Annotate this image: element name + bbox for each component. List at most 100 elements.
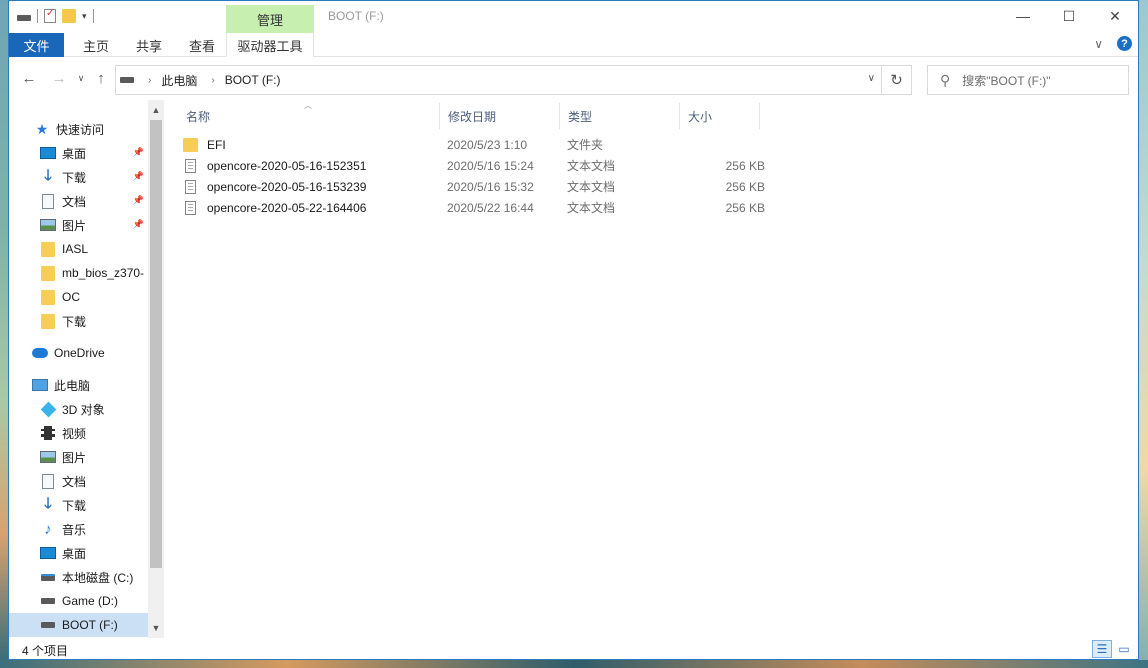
pin-icon[interactable]: 📌 bbox=[133, 171, 144, 182]
file-name: opencore-2020-05-16-152351 bbox=[207, 158, 367, 173]
back-button[interactable]: ← bbox=[19, 68, 39, 88]
up-button[interactable]: ↑ bbox=[92, 68, 110, 88]
large-icons-view-button[interactable]: ▭ bbox=[1114, 640, 1134, 658]
folder-icon bbox=[182, 137, 198, 153]
recent-locations-button[interactable]: ∨ bbox=[75, 68, 87, 88]
breadcrumb-separator-icon[interactable]: › bbox=[211, 75, 214, 86]
maximize-button[interactable]: ☐ bbox=[1046, 1, 1092, 31]
pin-icon[interactable]: 📌 bbox=[133, 219, 144, 230]
folder-icon bbox=[40, 289, 56, 305]
cell-name: opencore-2020-05-16-152351 bbox=[182, 158, 447, 174]
sidebar-item-pc-desktop[interactable]: 桌面 bbox=[9, 541, 148, 565]
sidebar-item-label: 视频 bbox=[62, 426, 87, 441]
view-switcher: ☰ ▭ bbox=[1092, 640, 1134, 658]
close-button[interactable]: ✕ bbox=[1092, 1, 1138, 31]
explorer-window: ▾ 管理 BOOT (F:) — ☐ ✕ 文件 主页 共享 查看 驱动器工具 ∨… bbox=[8, 0, 1139, 660]
sidebar-item-pc-documents[interactable]: 文档 bbox=[9, 469, 148, 493]
sidebar-item-onedrive[interactable]: OneDrive bbox=[9, 341, 148, 365]
cell-name: opencore-2020-05-22-164406 bbox=[182, 200, 447, 216]
picture-icon bbox=[40, 217, 56, 233]
tab-file[interactable]: 文件 bbox=[9, 33, 64, 57]
manage-context-tab[interactable]: 管理 bbox=[226, 5, 314, 33]
sidebar-item-oc[interactable]: OC bbox=[9, 285, 148, 309]
folder-icon bbox=[40, 241, 56, 257]
minimize-button[interactable]: — bbox=[1000, 1, 1046, 31]
properties-icon[interactable] bbox=[44, 8, 56, 23]
window-title: BOOT (F:) bbox=[328, 9, 384, 23]
download-icon: 🡓 bbox=[44, 166, 52, 184]
drive-icon bbox=[120, 77, 134, 83]
refresh-button[interactable]: ↻ bbox=[882, 65, 912, 95]
sidebar-item-desktop[interactable]: 桌面 📌 bbox=[9, 141, 148, 165]
sidebar-item-this-pc[interactable]: 此电脑 bbox=[9, 373, 148, 397]
download-icon: 🡓 bbox=[44, 494, 52, 512]
sidebar-item-label: OC bbox=[62, 290, 80, 304]
sidebar-item-local-disk-c[interactable]: 本地磁盘 (C:) bbox=[9, 565, 148, 589]
cell-size: 256 KB bbox=[725, 158, 765, 173]
drive-icon bbox=[40, 593, 56, 609]
search-box[interactable]: ⚲ 搜索"BOOT (F:)" bbox=[927, 65, 1129, 95]
cell-type: 文本文档 bbox=[567, 201, 616, 215]
tab-home[interactable]: 主页 bbox=[75, 33, 117, 57]
table-row[interactable]: EFI 2020/5/23 1:10 文件夹 bbox=[182, 134, 765, 155]
sidebar-item-downloads[interactable]: 🡓 下载 📌 bbox=[9, 165, 148, 189]
table-row[interactable]: opencore-2020-05-16-153239 2020/5/16 15:… bbox=[182, 176, 765, 197]
tab-drive-tools[interactable]: 驱动器工具 bbox=[226, 33, 314, 57]
column-header-type[interactable]: 类型 bbox=[560, 103, 680, 129]
folder-icon bbox=[40, 265, 56, 281]
table-row[interactable]: opencore-2020-05-16-152351 2020/5/16 15:… bbox=[182, 155, 765, 176]
sidebar-item-music[interactable]: ♪ 音乐 bbox=[9, 517, 148, 541]
sidebar-item-3d-objects[interactable]: 3D 对象 bbox=[9, 397, 148, 421]
title-bar: ▾ 管理 BOOT (F:) — ☐ ✕ bbox=[9, 1, 1138, 33]
maximize-icon: ☐ bbox=[1062, 7, 1076, 24]
scroll-up-icon[interactable]: ▲ bbox=[148, 102, 164, 118]
scrollbar-thumb[interactable] bbox=[150, 120, 162, 568]
column-header-date[interactable]: 修改日期 bbox=[440, 103, 560, 129]
drive-icon bbox=[17, 15, 31, 21]
sidebar-item-videos[interactable]: 视频 bbox=[9, 421, 148, 445]
sidebar-item-download-folder[interactable]: 下载 bbox=[9, 309, 148, 333]
sidebar-item-pc-pictures[interactable]: 图片 bbox=[9, 445, 148, 469]
sidebar-item-documents[interactable]: 文档 📌 bbox=[9, 189, 148, 213]
breadcrumb-separator-icon[interactable]: › bbox=[148, 75, 151, 86]
sidebar-item-pc-downloads[interactable]: 🡓 下载 bbox=[9, 493, 148, 517]
tab-share[interactable]: 共享 bbox=[128, 33, 170, 57]
expand-ribbon-icon[interactable]: ∨ bbox=[1094, 37, 1103, 51]
address-bar[interactable]: › 此电脑 › BOOT (F:) ∨ bbox=[115, 65, 882, 95]
desktop-background-left bbox=[0, 0, 8, 668]
forward-arrow-icon: → bbox=[51, 69, 67, 87]
file-name: EFI bbox=[207, 137, 226, 152]
cell-date: 2020/5/23 1:10 bbox=[447, 137, 528, 152]
document-icon bbox=[40, 193, 56, 209]
pin-icon[interactable]: 📌 bbox=[133, 147, 144, 158]
breadcrumb-this-pc[interactable]: 此电脑 bbox=[161, 72, 197, 89]
details-view-button[interactable]: ☰ bbox=[1092, 640, 1112, 658]
sidebar-item-mb-bios[interactable]: mb_bios_z370- bbox=[9, 261, 148, 285]
document-icon bbox=[40, 473, 56, 489]
sidebar-item-game-d[interactable]: Game (D:) bbox=[9, 589, 148, 613]
new-folder-icon[interactable] bbox=[62, 9, 76, 23]
sidebar-item-boot-f[interactable]: BOOT (F:) bbox=[9, 613, 148, 637]
sidebar-scrollbar[interactable]: ▲ ▼ bbox=[148, 100, 164, 638]
cell-name: opencore-2020-05-16-153239 bbox=[182, 179, 447, 195]
sidebar-item-pictures[interactable]: 图片 📌 bbox=[9, 213, 148, 237]
scroll-down-icon[interactable]: ▼ bbox=[148, 620, 164, 636]
sidebar-item-label: 下载 bbox=[62, 170, 87, 185]
breadcrumb-boot-drive[interactable]: BOOT (F:) bbox=[225, 73, 281, 87]
address-dropdown-icon[interactable]: ∨ bbox=[868, 73, 875, 84]
sidebar-item-quick-access[interactable]: ★ 快速访问 bbox=[9, 117, 148, 141]
forward-button[interactable]: → bbox=[49, 68, 69, 88]
customize-toolbar-icon[interactable]: ▾ bbox=[82, 11, 87, 22]
pin-icon[interactable]: 📌 bbox=[133, 195, 144, 206]
sidebar-item-iasl[interactable]: IASL bbox=[9, 237, 148, 261]
quick-access-toolbar: ▾ bbox=[17, 8, 94, 23]
sidebar-item-label: 下载 bbox=[62, 498, 87, 513]
column-header-name[interactable]: 名称 bbox=[178, 103, 440, 129]
help-icon[interactable]: ? bbox=[1117, 36, 1132, 51]
text-file-icon bbox=[182, 179, 198, 195]
table-row[interactable]: opencore-2020-05-22-164406 2020/5/22 16:… bbox=[182, 197, 765, 218]
column-header-size[interactable]: 大小 bbox=[680, 103, 760, 129]
cloud-icon bbox=[32, 345, 48, 361]
tab-view[interactable]: 查看 bbox=[181, 33, 223, 57]
cell-type: 文件夹 bbox=[567, 138, 604, 152]
